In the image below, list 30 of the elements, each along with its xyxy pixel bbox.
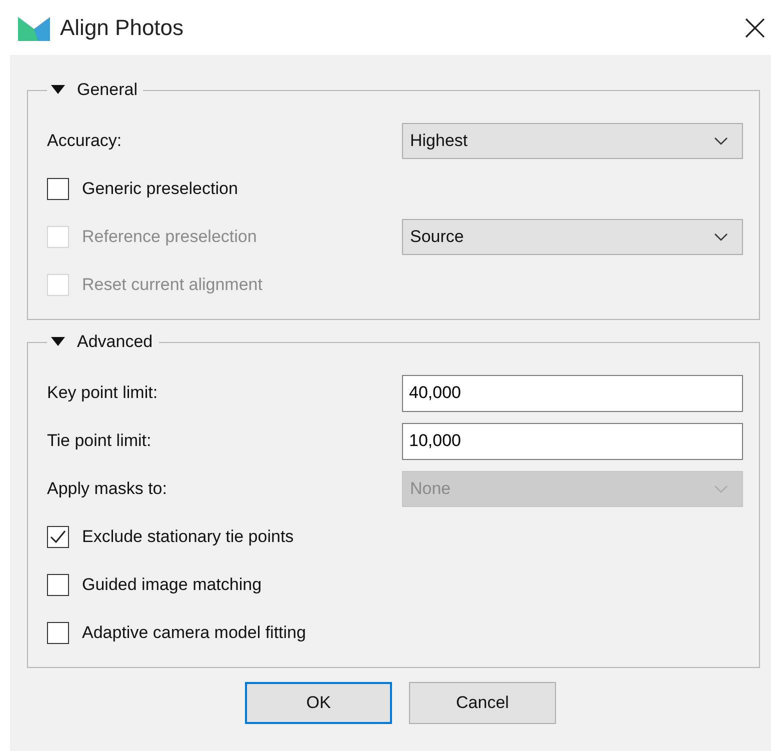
field-label: Apply masks to:	[47, 479, 167, 499]
checkbox-label: Generic preselection	[82, 179, 238, 199]
chevron-icon	[714, 137, 728, 145]
checkbox[interactable]	[47, 574, 69, 596]
dialog-button[interactable]: OK	[245, 682, 392, 724]
close-button[interactable]	[745, 18, 765, 38]
field-label: Accuracy:	[47, 131, 122, 151]
checkbox-label: Reference preselection	[82, 227, 257, 247]
app-icon	[18, 14, 50, 40]
section-title: Advanced	[77, 332, 153, 352]
collapse-toggle[interactable]	[51, 85, 65, 95]
window-title: Align Photos	[60, 14, 184, 40]
close-icon	[745, 18, 765, 38]
checkbox-label: Guided image matching	[82, 575, 262, 595]
input-field[interactable]: 40,000	[402, 374, 743, 412]
dialog-button[interactable]: Cancel	[409, 682, 556, 724]
field-label: Tie point limit:	[47, 431, 152, 451]
dropdown[interactable]: Highest	[402, 123, 743, 159]
collapse-toggle[interactable]	[51, 337, 65, 347]
checkbox[interactable]	[47, 526, 69, 548]
chevron-icon	[714, 233, 728, 241]
checkbox[interactable]	[47, 178, 69, 200]
field-label: Key point limit:	[47, 383, 158, 403]
input-field[interactable]: 10,000	[402, 422, 743, 460]
checkbox-label: Adaptive camera model fitting	[82, 623, 306, 643]
checkbox-label: Reset current alignment	[82, 275, 262, 295]
checkbox[interactable]	[47, 622, 69, 644]
checkbox-label: Exclude stationary tie points	[82, 527, 294, 547]
section-title: General	[77, 80, 138, 100]
chevron-icon	[714, 485, 728, 493]
